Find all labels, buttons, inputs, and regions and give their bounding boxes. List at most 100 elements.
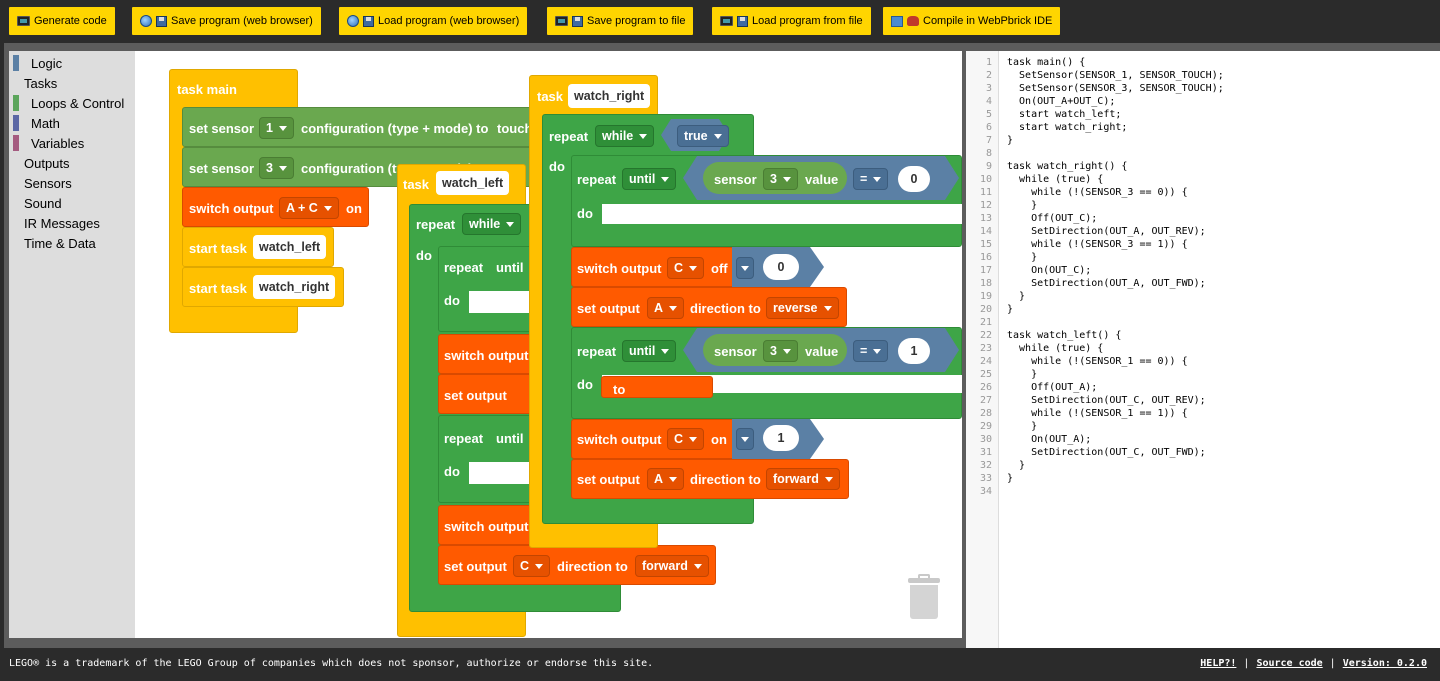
code-editor[interactable]: 1 task main() {2 SetSensor(SENSOR_1, SENS… bbox=[966, 51, 1440, 648]
line-number: 24 bbox=[979, 356, 992, 367]
trademark-notice: LEGO® is a trademark of the LEGO Group o… bbox=[9, 658, 654, 669]
code-line: while (true) { bbox=[1007, 343, 1104, 354]
task-name-field[interactable]: watch_left bbox=[253, 235, 327, 259]
state-dropdown[interactable] bbox=[736, 428, 754, 450]
caret-down-icon bbox=[824, 476, 833, 482]
code-line: On(OUT_C); bbox=[1007, 265, 1092, 276]
version-link[interactable]: Version: 0.2.0 bbox=[1343, 658, 1427, 669]
number-field[interactable]: 0 bbox=[763, 254, 799, 280]
repeat-mode-dropdown[interactable]: while bbox=[462, 213, 522, 235]
toolbox-category-outputs[interactable]: Outputs bbox=[9, 153, 70, 173]
save-browser-label: Save program (web browser) bbox=[171, 15, 313, 27]
toolbox-category-time-data[interactable]: Time & Data bbox=[9, 233, 96, 253]
output-state: off bbox=[711, 261, 728, 276]
category-label: Time & Data bbox=[24, 235, 96, 251]
line-number: 31 bbox=[979, 447, 992, 458]
repeat-mode-dropdown[interactable]: until bbox=[622, 340, 677, 362]
operator-dropdown[interactable]: = bbox=[853, 340, 889, 362]
direction-dropdown[interactable]: forward bbox=[766, 468, 840, 490]
toolbox-category-sound[interactable]: Sound bbox=[9, 193, 62, 213]
gear-icon bbox=[907, 16, 919, 26]
task-name-field[interactable]: watch_left bbox=[436, 171, 510, 195]
trash-can-icon[interactable] bbox=[906, 572, 942, 622]
direction-dropdown[interactable]: forward bbox=[635, 555, 709, 577]
dropdown-value: 3 bbox=[770, 172, 777, 186]
compile-label: Compile in WebPbrick IDE bbox=[923, 15, 1053, 27]
sensor-port-dropdown[interactable]: 3 bbox=[259, 157, 294, 179]
code-line: } bbox=[1007, 200, 1038, 211]
save-file-button[interactable]: Save program to file bbox=[547, 7, 694, 35]
caret-down-icon bbox=[782, 176, 791, 182]
output-port-dropdown[interactable]: C bbox=[513, 555, 551, 577]
number-field[interactable]: 1 bbox=[898, 338, 930, 364]
task-name-field[interactable]: watch_right bbox=[253, 275, 336, 299]
category-label: Outputs bbox=[24, 155, 70, 171]
direction-dropdown[interactable]: reverse bbox=[766, 297, 839, 319]
separator: | bbox=[1329, 658, 1336, 669]
set-sensor-label: set sensor bbox=[189, 161, 255, 176]
code-line: On(OUT_A); bbox=[1007, 434, 1092, 445]
toolbox-category-tasks[interactable]: Tasks bbox=[9, 73, 57, 93]
task-name-field[interactable]: watch_right bbox=[568, 84, 651, 108]
code-line: Off(OUT_A); bbox=[1007, 382, 1098, 393]
load-browser-button[interactable]: Load program (web browser) bbox=[339, 7, 528, 35]
output-port-dropdown[interactable]: A bbox=[647, 297, 685, 319]
line-number: 4 bbox=[985, 96, 992, 107]
output-port-dropdown[interactable]: C bbox=[667, 428, 705, 450]
sensor-port-dropdown[interactable]: 1 bbox=[259, 117, 294, 139]
code-line: while (!(SENSOR_3 == 1)) { bbox=[1007, 239, 1188, 250]
toolbox-category-math[interactable]: Math bbox=[9, 113, 60, 133]
output-port-dropdown[interactable]: A bbox=[647, 468, 685, 490]
output-port-dropdown[interactable]: C bbox=[667, 257, 705, 279]
code-line: } bbox=[1007, 291, 1026, 302]
caret-down-icon bbox=[669, 305, 678, 311]
toolbox-category-logic[interactable]: Logic bbox=[9, 53, 62, 73]
repeat-mode-dropdown[interactable]: until bbox=[622, 168, 677, 190]
generate-code-button[interactable]: Generate code bbox=[9, 7, 115, 35]
line-number: 11 bbox=[979, 187, 992, 198]
output-state: on bbox=[711, 432, 727, 447]
sensor-port-dropdown[interactable]: 3 bbox=[763, 340, 798, 362]
dropdown-value: A + C bbox=[286, 201, 318, 215]
repeat-until-block[interactable] bbox=[438, 246, 538, 332]
boolean-dropdown[interactable]: true bbox=[677, 125, 729, 147]
value-label: value bbox=[805, 172, 839, 187]
block-canvas[interactable]: task main set sensor 1 configuration (ty… bbox=[135, 51, 962, 638]
code-line: start watch_right; bbox=[1007, 122, 1128, 133]
switch-output-label: switch output bbox=[189, 201, 274, 216]
code-line: SetDirection(OUT_C, OUT_FWD); bbox=[1007, 447, 1206, 458]
help-link[interactable]: HELP?! bbox=[1200, 658, 1236, 669]
toolbox-category-variables[interactable]: Variables bbox=[9, 133, 84, 153]
toolbox-category-sensors[interactable]: Sensors bbox=[9, 173, 72, 193]
caret-down-icon bbox=[535, 563, 544, 569]
do-label: do bbox=[549, 159, 565, 174]
floppy-disk-icon bbox=[572, 15, 583, 27]
repeat-mode-dropdown[interactable]: while bbox=[595, 125, 655, 147]
code-line: SetDirection(OUT_A, OUT_FWD); bbox=[1007, 278, 1206, 289]
toolbox-category-loops[interactable]: Loops & Control bbox=[9, 93, 124, 113]
compile-button[interactable]: Compile in WebPbrick IDE bbox=[883, 7, 1061, 35]
do-label: do bbox=[577, 206, 593, 221]
sensor-port-dropdown[interactable]: 3 bbox=[763, 168, 798, 190]
state-dropdown[interactable] bbox=[736, 257, 754, 279]
footer-links: HELP?! | Source code | Version: 0.2.0 bbox=[1200, 658, 1427, 669]
output-port-dropdown[interactable]: A + C bbox=[279, 197, 339, 219]
line-number: 8 bbox=[985, 148, 992, 159]
load-file-button[interactable]: Load program from file bbox=[712, 7, 871, 35]
source-code-link[interactable]: Source code bbox=[1256, 658, 1322, 669]
set-sensor-label: set sensor bbox=[189, 121, 255, 136]
number-field[interactable]: 1 bbox=[763, 425, 799, 451]
operator-dropdown[interactable]: = bbox=[853, 168, 889, 190]
category-label: Sound bbox=[24, 195, 62, 211]
caret-down-icon bbox=[639, 133, 648, 139]
task-label: task bbox=[403, 177, 430, 192]
repeat-label: repeat bbox=[577, 172, 617, 187]
toolbox-category-ir-messages[interactable]: IR Messages bbox=[9, 213, 100, 233]
category-color-bar bbox=[13, 95, 19, 111]
number-field[interactable]: 0 bbox=[898, 166, 930, 192]
line-number: 15 bbox=[979, 239, 992, 250]
repeat-until-block[interactable] bbox=[438, 415, 538, 503]
save-browser-button[interactable]: Save program (web browser) bbox=[132, 7, 321, 35]
repeat-label: repeat bbox=[577, 344, 617, 359]
caret-down-icon bbox=[689, 265, 698, 271]
